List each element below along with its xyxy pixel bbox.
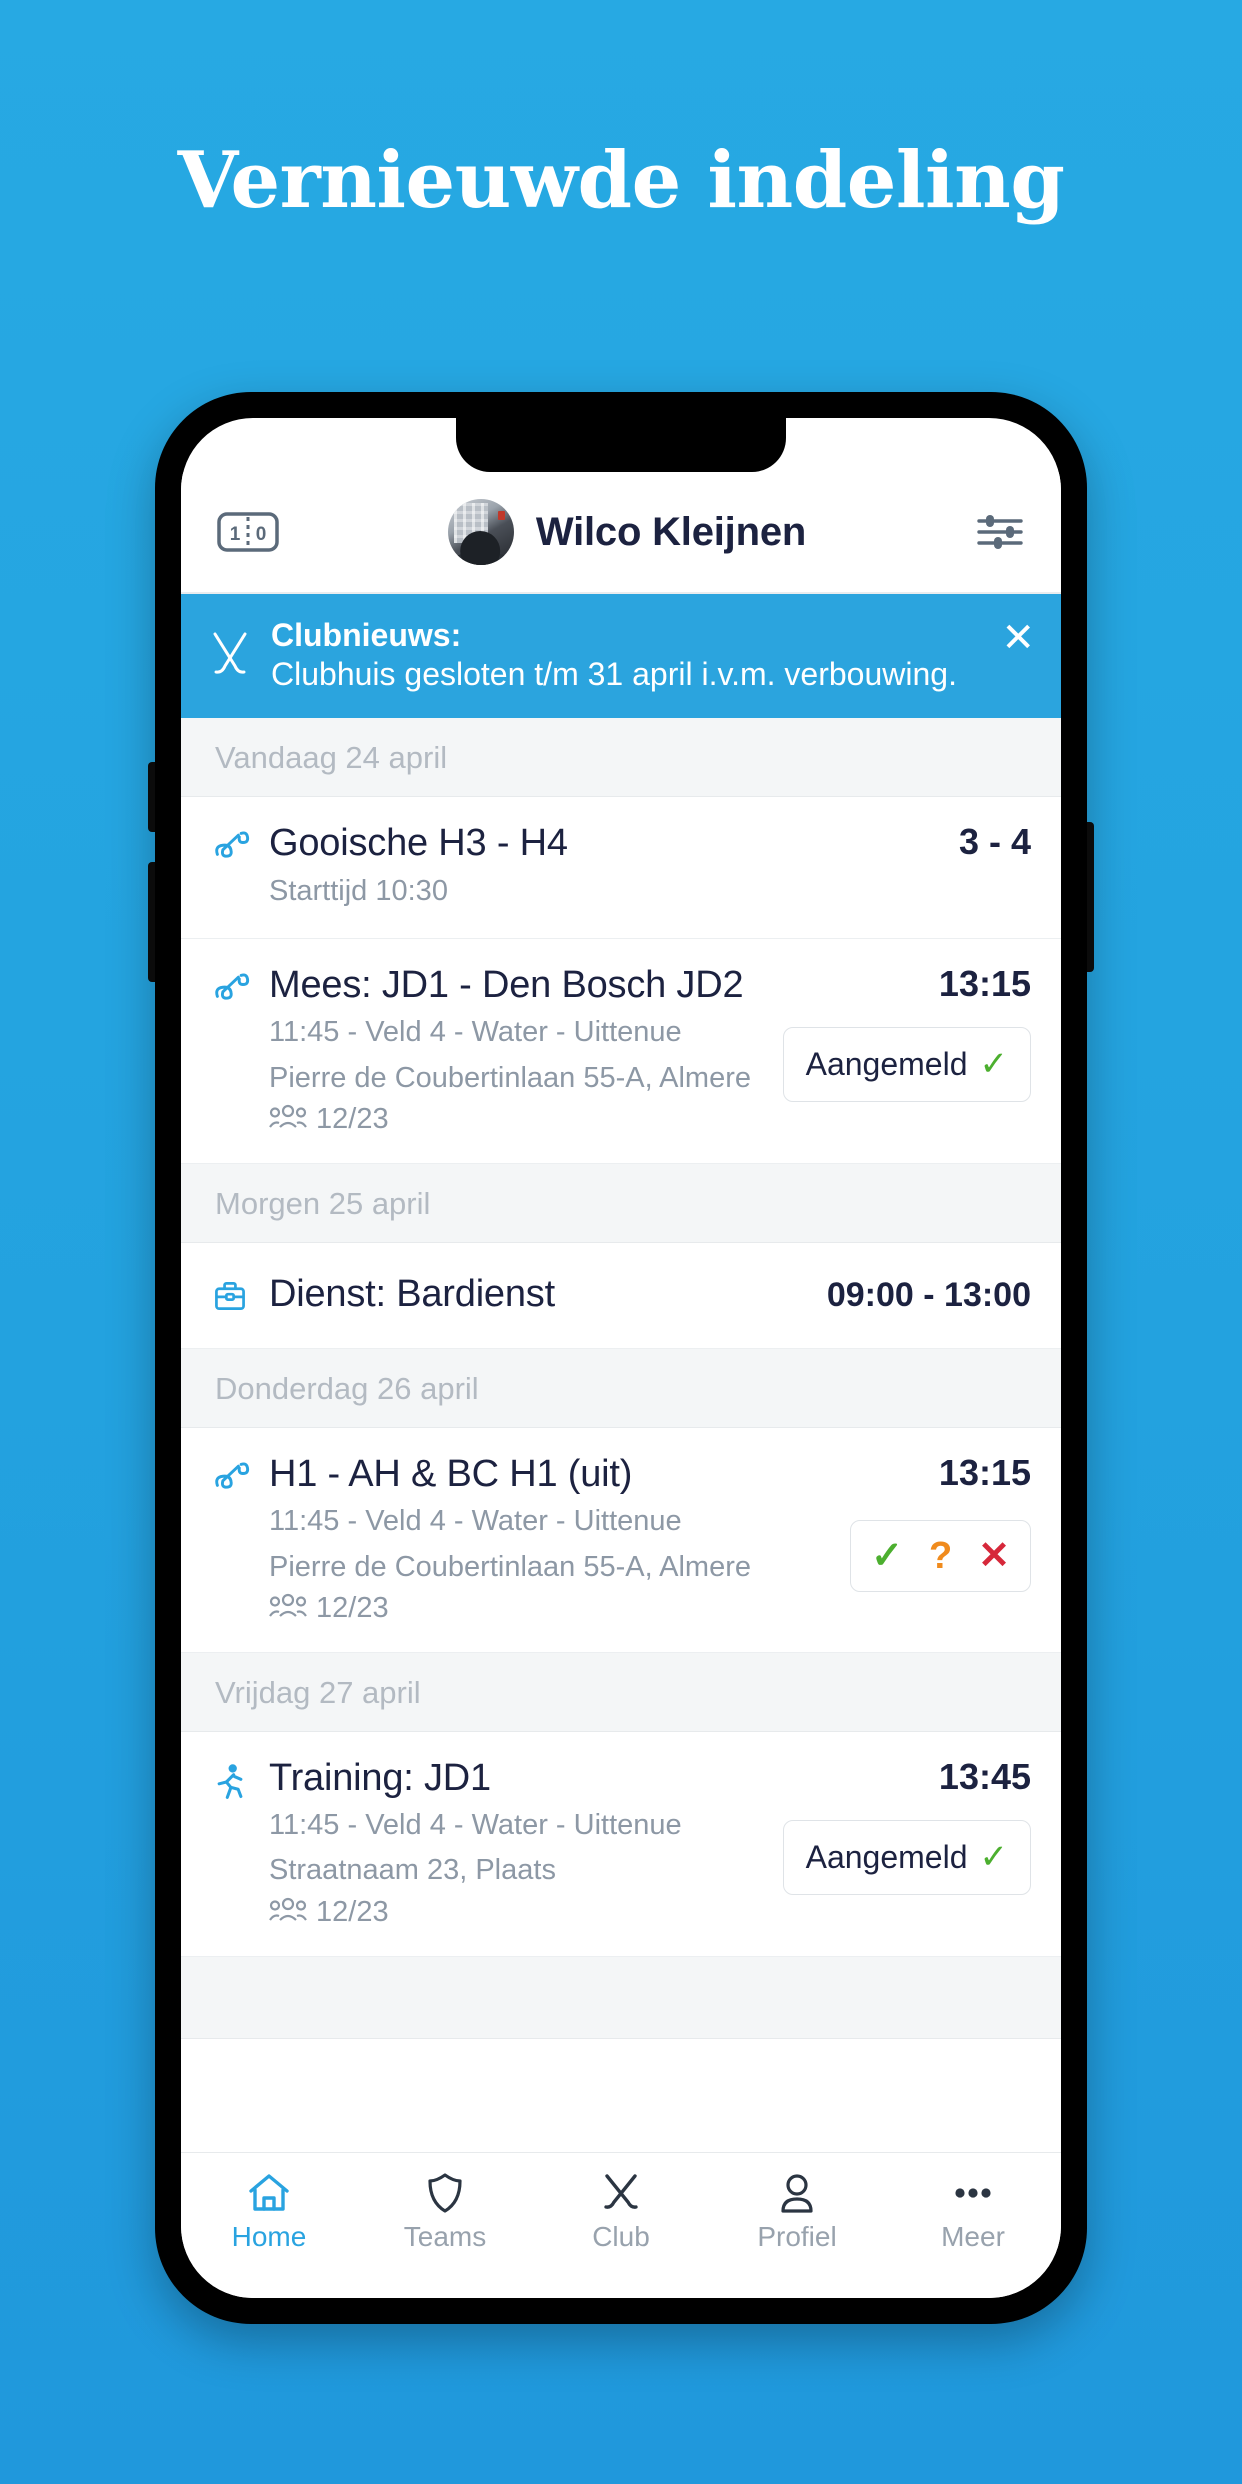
agenda-row-sub1: 11:45 - Veld 4 - Water - Uittenue <box>269 1809 682 1842</box>
phone-frame: 1 0 Wilco Kleijnen Clubnieuws: Clubhuis … <box>148 392 1094 2324</box>
tab-meer[interactable]: Meer <box>885 2171 1061 2253</box>
agenda-row[interactable]: Dienst: Bardienst 09:00 - 13:00 <box>181 1242 1061 1349</box>
agenda-row-attendance: 12/23 <box>269 1592 836 1626</box>
agenda-row-attendance: 12/23 <box>269 1896 769 1930</box>
attendance-count: 12/23 <box>316 1896 389 1929</box>
tab-club-label: Club <box>592 2221 650 2252</box>
agenda-row[interactable]: Mees: JD1 - Den Bosch JD2 11:45 - Veld 4… <box>181 938 1061 1164</box>
day-header: Vrijdag 27 april <box>181 1652 1061 1732</box>
agenda-row-time: 13:15 <box>938 1451 1031 1493</box>
agenda-row-right: 3 - 4 <box>945 821 1031 912</box>
attendance-choice-group[interactable]: ✓ ? ✕ <box>850 1519 1031 1592</box>
list-bottom-spacer <box>181 1956 1061 2039</box>
agenda-row-time: 13:45 <box>938 1755 1031 1797</box>
tab-home-label: Home <box>231 2221 307 2252</box>
agenda-row-time: 13:15 <box>938 962 1031 1004</box>
runner-icon <box>211 1756 263 1930</box>
tab-profiel-label: Profiel <box>757 2221 837 2252</box>
hockey-sticks-icon <box>211 1452 263 1626</box>
agenda-row-sub1: 11:45 - Veld 4 - Water - Uittenue <box>269 1016 682 1049</box>
attendance-count: 12/23 <box>316 1592 389 1625</box>
agenda-row-attendance: 12/23 <box>269 1103 769 1137</box>
club-news-title: Clubnieuws: <box>271 617 462 653</box>
agenda-row-title: Gooische H3 - H4 <box>269 822 568 865</box>
agenda-row-sub2: Straatnaam 23, Plaats <box>269 1854 556 1887</box>
tab-teams-label: Teams <box>403 2221 487 2252</box>
bottom-tabbar: Home Teams Club Profiel Meer <box>181 2152 1061 2298</box>
tab-club[interactable]: Club <box>533 2171 709 2253</box>
club-news-text: Clubnieuws: Clubhuis gesloten t/m 31 apr… <box>271 616 1031 694</box>
tab-meer-label: Meer <box>941 2221 1005 2252</box>
avatar[interactable] <box>447 499 514 565</box>
people-icon <box>269 1103 307 1137</box>
people-icon <box>269 1896 307 1930</box>
agenda-row-title: Dienst: Bardienst <box>269 1273 555 1316</box>
agenda-row-title: H1 - AH & BC H1 (uit) <box>269 1452 633 1495</box>
phone-notch <box>456 418 786 472</box>
shield-icon <box>424 2171 466 2215</box>
agenda-row-sub1: 11:45 - Veld 4 - Water - Uittenue <box>269 1505 682 1538</box>
people-icon <box>269 1592 307 1626</box>
day-header: Morgen 25 april <box>181 1163 1061 1243</box>
agenda-row-sub2: Pierre de Coubertinlaan 55-A, Almere <box>269 1550 751 1583</box>
agenda-row[interactable]: H1 - AH & BC H1 (uit) 11:45 - Veld 4 - W… <box>181 1427 1061 1653</box>
agenda-row-sub1: Starttijd 10:30 <box>269 874 448 907</box>
attend-status-button[interactable]: Aangemeld ✓ <box>782 1026 1031 1102</box>
agenda-row-main: Training: JD1 11:45 - Veld 4 - Water - U… <box>263 1756 769 1930</box>
hockey-sticks-icon <box>211 821 263 912</box>
person-icon <box>776 2171 818 2215</box>
choice-maybe-icon[interactable]: ? <box>929 1537 952 1575</box>
attend-status-label: Aangemeld <box>805 1045 968 1082</box>
sliders-icon[interactable] <box>975 510 1025 554</box>
phone-side-button <box>1087 822 1094 972</box>
agenda-row-sub2: Pierre de Coubertinlaan 55-A, Almere <box>269 1061 751 1094</box>
day-header: Donderdag 26 april <box>181 1348 1061 1428</box>
tab-profiel[interactable]: Profiel <box>709 2171 885 2253</box>
club-news-banner[interactable]: Clubnieuws: Clubhuis gesloten t/m 31 apr… <box>181 594 1061 719</box>
app-header: 1 0 Wilco Kleijnen <box>181 472 1061 592</box>
agenda-row-right: 13:15 Aangemeld ✓ <box>769 963 1031 1137</box>
agenda-row-main: Mees: JD1 - Den Bosch JD2 11:45 - Veld 4… <box>263 963 769 1137</box>
choice-no-icon[interactable]: ✕ <box>978 1537 1010 1575</box>
agenda-row[interactable]: Gooische H3 - H4 Starttijd 10:30 3 - 4 <box>181 797 1061 939</box>
user-name: Wilco Kleijnen <box>535 509 807 554</box>
club-news-body: Clubhuis gesloten t/m 31 april i.v.m. ve… <box>271 656 957 693</box>
close-icon[interactable]: ✕ <box>1001 618 1035 658</box>
agenda-row-main: Dienst: Bardienst <box>263 1272 813 1318</box>
header-user[interactable]: Wilco Kleijnen <box>279 499 975 565</box>
svg-text:0: 0 <box>256 524 267 545</box>
hockey-sticks-icon <box>598 2171 644 2215</box>
svg-text:1: 1 <box>230 524 241 545</box>
agenda-row-right: 09:00 - 13:00 <box>813 1276 1031 1315</box>
scoreboard-icon[interactable]: 1 0 <box>217 511 279 553</box>
check-icon: ✓ <box>979 1838 1009 1877</box>
tab-teams[interactable]: Teams <box>357 2171 533 2253</box>
tab-home[interactable]: Home <box>181 2171 357 2253</box>
phone-screen: 1 0 Wilco Kleijnen Clubnieuws: Clubhuis … <box>181 418 1061 2298</box>
agenda-row-score: 3 - 4 <box>958 821 1031 863</box>
attendance-count: 12/23 <box>316 1103 389 1136</box>
attend-status-label: Aangemeld <box>805 1838 968 1875</box>
attend-status-button[interactable]: Aangemeld ✓ <box>782 1819 1031 1895</box>
agenda-row-time: 09:00 - 13:00 <box>826 1275 1031 1314</box>
agenda-row[interactable]: Training: JD1 11:45 - Veld 4 - Water - U… <box>181 1731 1061 1957</box>
home-icon <box>246 2171 292 2215</box>
day-header: Vandaag 24 april <box>181 718 1061 798</box>
choice-yes-icon[interactable]: ✓ <box>871 1537 903 1575</box>
agenda-row-main: H1 - AH & BC H1 (uit) 11:45 - Veld 4 - W… <box>263 1452 836 1626</box>
hockey-sticks-icon <box>211 963 263 1137</box>
agenda-row-right: 13:15 ✓ ? ✕ <box>836 1452 1031 1626</box>
page-title: Vernieuwde indeling <box>177 135 1065 226</box>
hockey-sticks-icon <box>207 628 253 682</box>
briefcase-icon <box>211 1271 263 1320</box>
check-icon: ✓ <box>979 1045 1009 1084</box>
ellipsis-icon <box>950 2171 996 2215</box>
agenda-row-title: Mees: JD1 - Den Bosch JD2 <box>269 963 744 1006</box>
agenda-row-title: Training: JD1 <box>269 1756 491 1799</box>
agenda-row-main: Gooische H3 - H4 Starttijd 10:30 <box>263 821 945 912</box>
agenda-row-right: 13:45 Aangemeld ✓ <box>769 1756 1031 1930</box>
